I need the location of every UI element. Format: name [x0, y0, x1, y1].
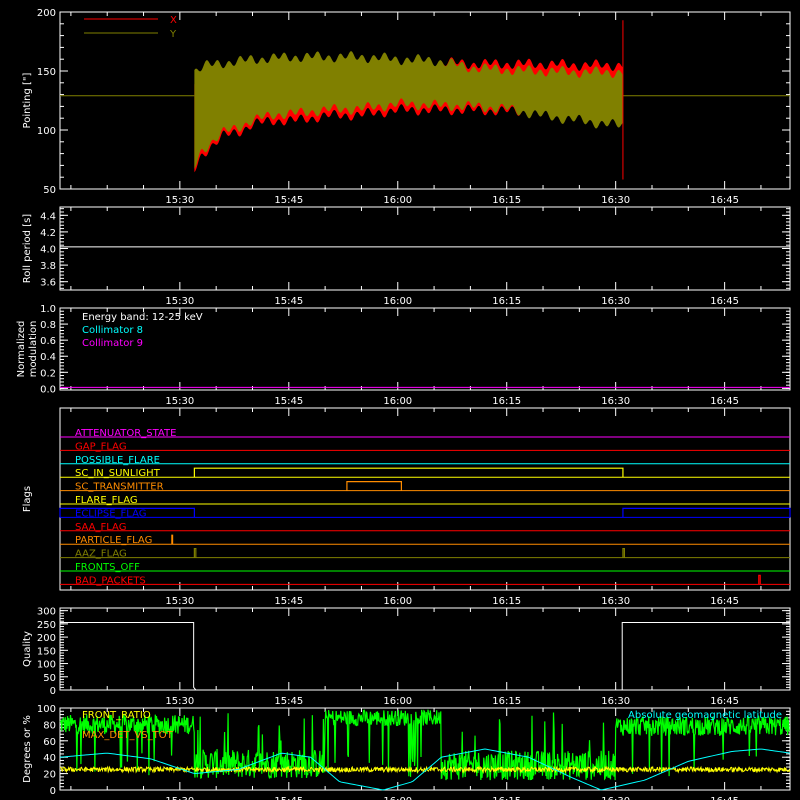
legend-label: MAX_DET_VS_TOT — [82, 730, 174, 741]
y-tick-label: 0.4 — [40, 352, 56, 363]
x-tick-label: 15:45 — [274, 296, 303, 307]
x-tick-label: 16:15 — [492, 195, 521, 206]
x-tick-label: 15:30 — [165, 396, 194, 407]
legend-label: Collimator 8 — [82, 325, 143, 336]
y-tick-label: 0 — [50, 686, 56, 697]
x-tick-label: 16:30 — [601, 296, 630, 307]
y-tick-label: 200 — [37, 8, 56, 19]
x-tick-label: 16:00 — [383, 796, 412, 800]
y-tick-label: 100 — [37, 704, 56, 715]
x-tick-label: 16:45 — [710, 396, 739, 407]
x-tick-label: 15:30 — [165, 796, 194, 800]
legend-label: Energy band: 12-25 keV — [82, 312, 203, 323]
x-tick-label: 16:00 — [383, 195, 412, 206]
x-tick-label: 15:30 — [165, 296, 194, 307]
x-tick-label: 16:15 — [492, 296, 521, 307]
y-tick-label: 50 — [43, 185, 56, 196]
y-tick-label: 50 — [43, 673, 56, 684]
legend-label: FRONT_RATIO — [82, 710, 151, 721]
x-tick-label: 15:30 — [165, 195, 194, 206]
y-tick-label: 100 — [37, 126, 56, 137]
telemetry-figure: 15:30 15:45 16:00 16:15 16:30 16:45 50 100 150 20… — [0, 0, 800, 800]
y-tick-label: 300 — [37, 607, 56, 618]
x-tick-label: 15:45 — [274, 195, 303, 206]
x-tick-label: 16:45 — [710, 296, 739, 307]
y-tick-label: 40 — [43, 753, 56, 764]
y-axis-label: Normalized — [16, 321, 27, 378]
y-tick-label: 0.2 — [40, 368, 56, 379]
x-tick-label: 16:45 — [710, 796, 739, 800]
x-tick-label: 15:45 — [274, 796, 303, 800]
y-tick-label: 4.0 — [40, 245, 56, 256]
y-axis-label: Degrees or % — [22, 715, 33, 783]
x-tick-label: 16:30 — [601, 396, 630, 407]
legend-label: Absolute geomagnetic latitude — [628, 710, 782, 721]
y-tick-label: 0.0 — [40, 384, 56, 395]
x-tick-label: 16:15 — [492, 396, 521, 407]
flag-segment — [171, 534, 174, 545]
x-tick-label: 15:45 — [274, 396, 303, 407]
x-tick-label: 16:00 — [383, 296, 412, 307]
legend-label: X — [170, 15, 177, 26]
y-tick-label: 3.8 — [40, 261, 56, 272]
x-tick-label: 16:15 — [492, 696, 521, 707]
x-tick-label: 16:00 — [383, 596, 412, 607]
x-tick-label: 16:00 — [383, 396, 412, 407]
y-axis-label: Pointing ["] — [22, 72, 33, 128]
x-tick-label: 16:15 — [492, 596, 521, 607]
x-tick-label: 15:30 — [165, 596, 194, 607]
y-tick-label: 60 — [43, 737, 56, 748]
y-tick-label: 1.0 — [40, 304, 56, 315]
x-tick-label: 15:30 — [165, 696, 194, 707]
legend-label: Collimator 9 — [82, 338, 143, 349]
y-tick-label: 0 — [50, 786, 56, 797]
y-tick-label: 100 — [37, 660, 56, 671]
x-tick-label: 16:30 — [601, 195, 630, 206]
x-tick-label: 16:30 — [601, 596, 630, 607]
y-axis-label: Roll period [s] — [22, 214, 33, 283]
x-tick-label: 16:30 — [601, 796, 630, 800]
y-tick-label: 4.4 — [40, 211, 56, 222]
y-tick-label: 20 — [43, 770, 56, 781]
y-tick-label: 0.8 — [40, 320, 56, 331]
x-tick-label: 15:45 — [274, 696, 303, 707]
x-tick-label: 16:30 — [601, 696, 630, 707]
x-tick-label: 15:45 — [274, 596, 303, 607]
y-tick-label: 150 — [37, 646, 56, 657]
x-tick-label: 16:15 — [492, 796, 521, 800]
y-tick-label: 200 — [37, 633, 56, 644]
legend-label: Y — [169, 29, 177, 40]
y-tick-label: 4.2 — [40, 228, 56, 239]
x-tick-label: 16:45 — [710, 596, 739, 607]
x-tick-label: 16:45 — [710, 696, 739, 707]
y-axis-label: Flags — [22, 486, 33, 512]
y-tick-label: 0.6 — [40, 336, 56, 347]
x-tick-label: 16:45 — [710, 195, 739, 206]
y-tick-label: 80 — [43, 720, 56, 731]
y-axis-label: modulation — [28, 321, 39, 378]
y-tick-label: 250 — [37, 620, 56, 631]
y-axis-label: Quality — [22, 631, 33, 667]
x-tick-label: 16:00 — [383, 696, 412, 707]
y-tick-label: 3.6 — [40, 278, 56, 289]
y-tick-label: 150 — [37, 67, 56, 78]
